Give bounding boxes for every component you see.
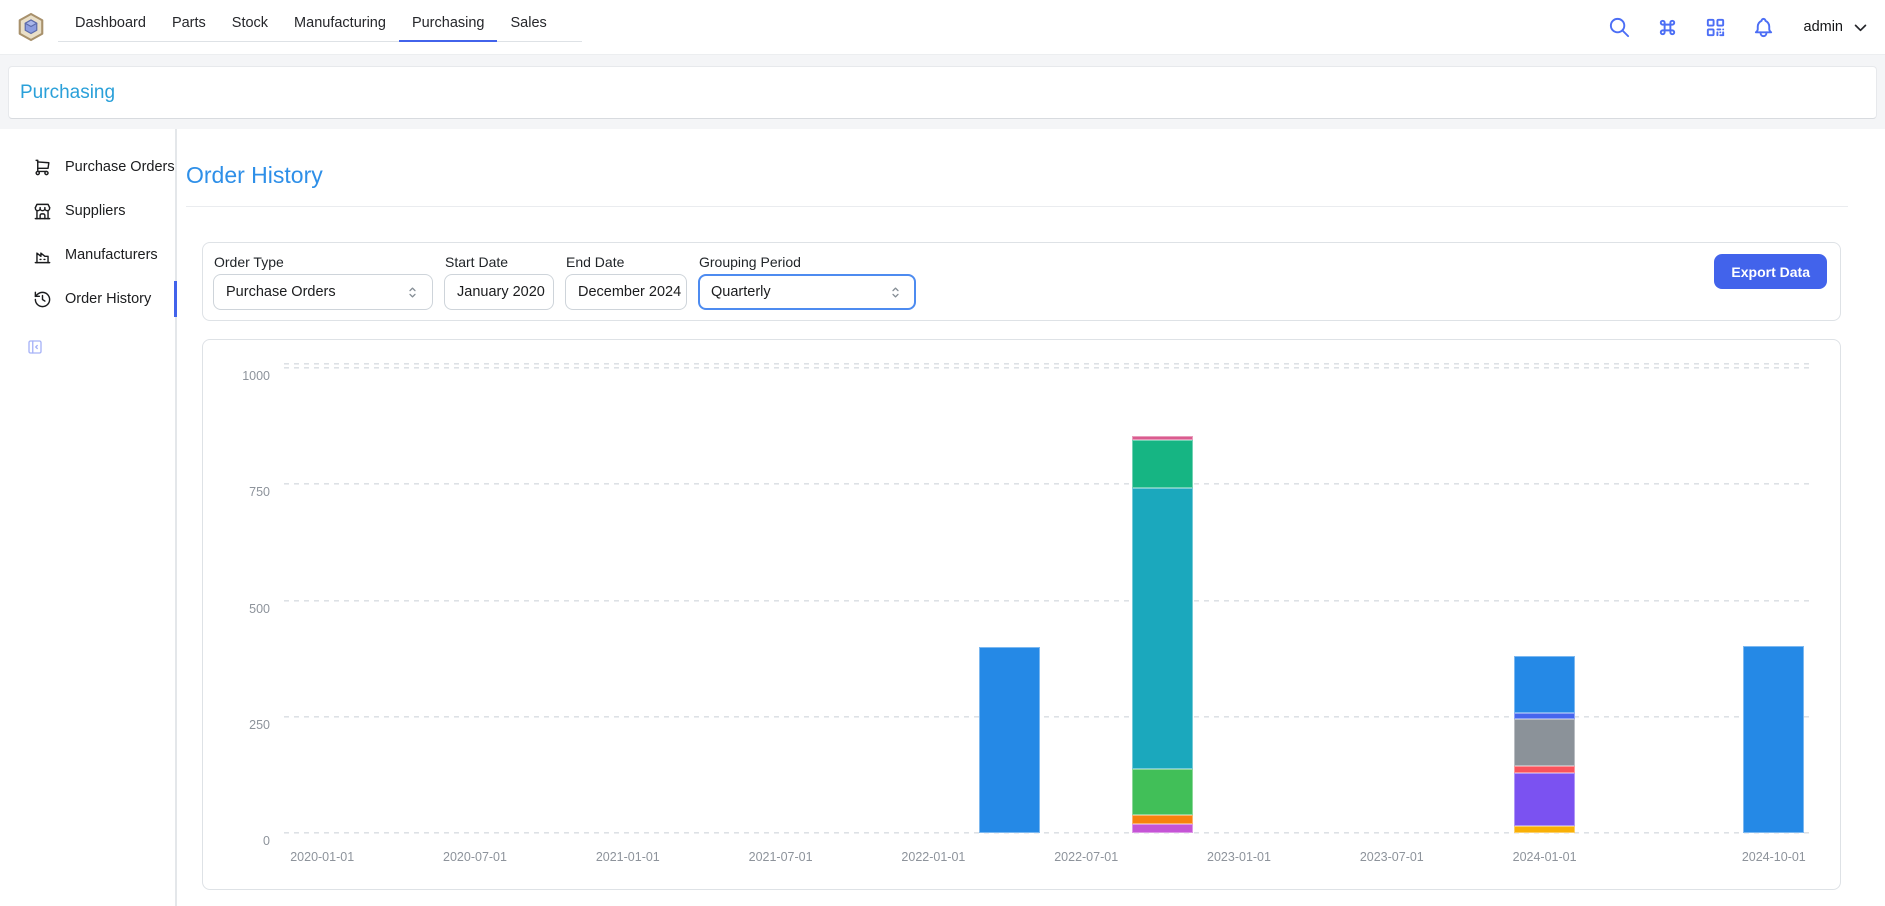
y-tick-label: 750	[210, 485, 270, 499]
search-icon[interactable]	[1608, 16, 1631, 39]
y-tick-label: 500	[210, 602, 270, 616]
sidebar-item-purchase-orders[interactable]: Purchase Orders	[0, 149, 175, 185]
shopping-cart-icon	[33, 158, 52, 177]
start-date-value: January 2020	[457, 284, 545, 300]
y-tick-label: 250	[210, 718, 270, 732]
bar-segment-2024-01-01[interactable]	[1514, 719, 1575, 765]
sidebar-item-suppliers[interactable]: Suppliers	[0, 193, 175, 229]
x-tick-label: 2021-07-01	[749, 850, 813, 864]
order-type-select[interactable]: Purchase Orders	[213, 274, 433, 310]
grouping-period-select[interactable]: Quarterly	[698, 274, 916, 310]
export-data-button[interactable]: Export Data	[1714, 254, 1827, 289]
x-tick-label: 2020-01-01	[290, 850, 354, 864]
main-nav-tabs: DashboardPartsStockManufacturingPurchasi…	[58, 6, 582, 42]
tab-dashboard[interactable]: Dashboard	[62, 6, 159, 41]
bar-segment-2024-01-01[interactable]	[1514, 826, 1575, 833]
sidebar: Purchase Orders Suppliers Manufacturers Ord…	[0, 129, 177, 906]
y-gridline-250	[284, 716, 1812, 718]
sidebar-item-manufacturers[interactable]: Manufacturers	[0, 237, 175, 273]
main-panel: Order History Order Type Purchase Orders…	[177, 129, 1885, 906]
sidebar-item-label: Purchase Orders	[65, 159, 175, 175]
y-tick-label: 1000	[210, 369, 270, 383]
y-gridline-500	[284, 600, 1812, 602]
bar-segment-2022-10-01[interactable]	[1132, 436, 1193, 440]
building-store-icon	[33, 202, 52, 221]
tab-stock[interactable]: Stock	[219, 6, 281, 41]
bar-segment-2022-04-01[interactable]	[979, 647, 1040, 833]
divider	[186, 206, 1848, 207]
end-date-input[interactable]: December 2024	[565, 274, 687, 310]
sidebar-item-label: Suppliers	[65, 203, 125, 219]
x-tick-label: 2022-01-01	[901, 850, 965, 864]
x-tick-label: 2023-01-01	[1207, 850, 1271, 864]
user-menu[interactable]: admin	[1804, 19, 1870, 36]
end-date-label: End Date	[566, 254, 687, 270]
bar-segment-2022-10-01[interactable]	[1132, 815, 1193, 823]
x-tick-label: 2024-01-01	[1513, 850, 1577, 864]
bell-icon[interactable]	[1752, 16, 1775, 39]
selector-chevrons-icon	[397, 285, 420, 300]
x-tick-label: 2024-10-01	[1742, 850, 1806, 864]
page-header-card: Purchasing	[8, 66, 1877, 119]
x-tick-label: 2023-07-01	[1360, 850, 1424, 864]
bar-segment-2024-01-01[interactable]	[1514, 656, 1575, 713]
sidebar-item-order-history[interactable]: Order History	[0, 281, 175, 317]
username: admin	[1804, 19, 1844, 35]
bar-segment-2022-10-01[interactable]	[1132, 440, 1193, 487]
qrcode-icon[interactable]	[1704, 16, 1727, 39]
chart-plot-area[interactable]: 025050075010002020-01-012020-07-012021-0…	[284, 363, 1812, 833]
order-history-chart-card: 0 250 500 750 1000 2020-01-01 2020-07-01 2021-0…	[202, 339, 1841, 890]
start-date-label: Start Date	[445, 254, 554, 270]
filter-toolbar: Order Type Purchase Orders Start Date Ja…	[202, 242, 1841, 321]
tab-purchasing[interactable]: Purchasing	[399, 6, 498, 42]
bar-segment-2024-01-01[interactable]	[1514, 766, 1575, 773]
x-tick-label: 2020-07-01	[443, 850, 507, 864]
bar-segment-2022-10-01[interactable]	[1132, 769, 1193, 815]
order-type-label: Order Type	[214, 254, 433, 270]
tab-sales[interactable]: Sales	[497, 6, 559, 41]
grouping-period-filter: Grouping Period Quarterly	[698, 254, 916, 310]
y-gridline-0	[284, 832, 1812, 834]
top-navbar: DashboardPartsStockManufacturingPurchasi…	[0, 0, 1885, 55]
chevron-down-icon	[1852, 19, 1869, 36]
bar-segment-2024-01-01[interactable]	[1514, 713, 1575, 719]
y-gridline-1000	[284, 367, 1812, 369]
grouping-period-label: Grouping Period	[699, 254, 916, 270]
page-title: Purchasing	[20, 82, 115, 104]
end-date-value: December 2024	[578, 284, 681, 300]
command-icon[interactable]	[1656, 16, 1679, 39]
sidebar-item-label: Order History	[65, 291, 151, 307]
x-tick-label: 2021-01-01	[596, 850, 660, 864]
order-type-filter: Order Type Purchase Orders	[213, 254, 433, 310]
bar-segment-2022-10-01[interactable]	[1132, 824, 1193, 833]
app-window: DashboardPartsStockManufacturingPurchasi…	[0, 0, 1885, 906]
sidebar-item-label: Manufacturers	[65, 247, 158, 263]
bar-segment-2022-10-01[interactable]	[1132, 488, 1193, 769]
tab-parts[interactable]: Parts	[159, 6, 219, 41]
bar-segment-2024-01-01[interactable]	[1514, 773, 1575, 826]
navbar-actions: admin	[1608, 16, 1870, 39]
y-gridline-750	[284, 483, 1812, 485]
start-date-input[interactable]: January 2020	[444, 274, 554, 310]
order-type-value: Purchase Orders	[226, 284, 336, 300]
sidebar-collapse-icon[interactable]	[26, 338, 44, 356]
bar-segment-2024-10-01[interactable]	[1743, 646, 1804, 833]
x-tick-label: 2022-07-01	[1054, 850, 1118, 864]
app-logo-icon[interactable]	[16, 12, 46, 42]
grouping-period-value: Quarterly	[711, 284, 771, 300]
start-date-filter: Start Date January 2020	[444, 254, 554, 310]
chart-top-gridline	[284, 363, 1812, 365]
end-date-filter: End Date December 2024	[565, 254, 687, 310]
factory-icon	[33, 246, 52, 265]
history-icon	[33, 290, 52, 309]
y-tick-label: 0	[210, 834, 270, 848]
content-area: Purchase Orders Suppliers Manufacturers Ord…	[0, 129, 1885, 906]
tab-manufacturing[interactable]: Manufacturing	[281, 6, 399, 41]
selector-chevrons-icon	[880, 285, 903, 300]
panel-title: Order History	[186, 162, 323, 189]
